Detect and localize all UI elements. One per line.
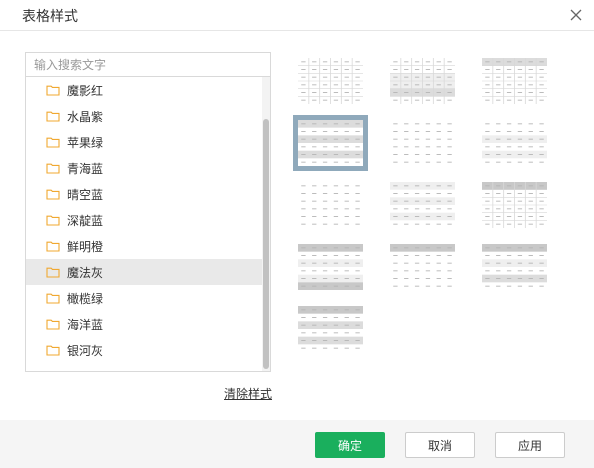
- dialog-titlebar: 表格样式: [0, 0, 594, 30]
- style-list-item[interactable]: 深靛蓝: [26, 207, 262, 233]
- table-style-thumbnail[interactable]: [482, 182, 547, 228]
- table-style-thumbnail[interactable]: [390, 182, 455, 228]
- style-list-label: 水晶紫: [67, 109, 104, 124]
- style-list-item[interactable]: 鲜明橙: [26, 233, 262, 259]
- table-style-thumbnail[interactable]: [298, 182, 363, 228]
- style-list-item[interactable]: 海洋蓝: [26, 311, 262, 337]
- scrollbar[interactable]: [262, 77, 270, 371]
- folder-icon: [46, 136, 60, 148]
- style-list-item[interactable]: 水晶紫: [26, 103, 262, 129]
- search-input[interactable]: [26, 53, 270, 77]
- table-style-thumbnail[interactable]: [298, 58, 363, 104]
- title-divider: [0, 30, 594, 31]
- style-list-item[interactable]: 青海蓝: [26, 155, 262, 181]
- style-list-label: 晴空蓝: [67, 187, 104, 202]
- folder-icon: [46, 266, 60, 278]
- folder-icon: [46, 162, 60, 174]
- apply-button[interactable]: 应用: [495, 432, 565, 458]
- style-list-label: 苹果绿: [67, 135, 104, 150]
- style-list-item[interactable]: 苹果绿: [26, 129, 262, 155]
- clear-style-link[interactable]: 清除样式: [224, 385, 272, 402]
- table-style-thumbnail[interactable]: [482, 120, 547, 166]
- folder-icon: [46, 240, 60, 252]
- style-list-item[interactable]: 银河灰: [26, 337, 262, 363]
- table-style-thumbnail[interactable]: [390, 58, 455, 104]
- style-list: 魔影红水晶紫苹果绿青海蓝晴空蓝深靛蓝鲜明橙魔法灰橄榄绿海洋蓝银河灰: [26, 77, 262, 363]
- table-style-thumbnail[interactable]: [298, 306, 363, 352]
- table-style-thumbnail[interactable]: [298, 244, 363, 290]
- style-list-label: 青海蓝: [67, 161, 104, 176]
- style-list-label: 鲜明橙: [67, 239, 104, 254]
- style-list-item[interactable]: 晴空蓝: [26, 181, 262, 207]
- table-style-thumbnail[interactable]: [390, 244, 455, 290]
- table-style-thumbnail[interactable]: [482, 58, 547, 104]
- folder-icon: [46, 84, 60, 96]
- ok-button[interactable]: 确定: [315, 432, 385, 458]
- style-list-item[interactable]: 魔影红: [26, 77, 262, 103]
- style-list-label: 银河灰: [67, 343, 104, 358]
- table-style-thumbnail[interactable]: [390, 120, 455, 166]
- folder-icon: [46, 188, 60, 200]
- scrollbar-thumb[interactable]: [263, 119, 269, 369]
- style-list-item[interactable]: 橄榄绿: [26, 285, 262, 311]
- folder-icon: [46, 344, 60, 356]
- style-list-label: 魔影红: [67, 83, 104, 98]
- style-list-label: 深靛蓝: [67, 213, 104, 228]
- style-list-label: 魔法灰: [67, 265, 104, 280]
- style-list-item[interactable]: 魔法灰: [26, 259, 262, 285]
- table-style-thumbnail[interactable]: [482, 244, 547, 290]
- cancel-button[interactable]: 取消: [405, 432, 475, 458]
- folder-icon: [46, 110, 60, 122]
- style-list-label: 海洋蓝: [67, 317, 104, 332]
- style-list-label: 橄榄绿: [67, 291, 104, 306]
- close-icon[interactable]: [568, 7, 584, 23]
- style-list-panel: 魔影红水晶紫苹果绿青海蓝晴空蓝深靛蓝鲜明橙魔法灰橄榄绿海洋蓝银河灰: [25, 52, 271, 372]
- table-style-dialog: 表格样式 魔影红水晶紫苹果绿青海蓝晴空蓝深靛蓝鲜明橙魔法灰橄榄绿海洋蓝银河灰 清…: [0, 0, 594, 468]
- folder-icon: [46, 318, 60, 330]
- folder-icon: [46, 214, 60, 226]
- dialog-title: 表格样式: [22, 9, 78, 25]
- folder-icon: [46, 292, 60, 304]
- table-style-thumbnail[interactable]: [293, 115, 368, 171]
